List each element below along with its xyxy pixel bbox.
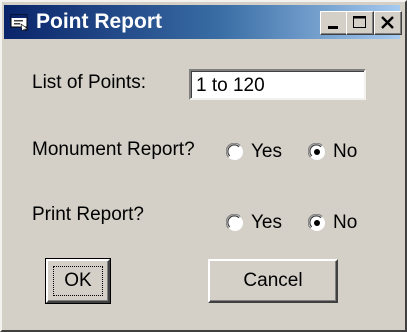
monument-yes-label: Yes — [251, 141, 282, 162]
list-of-points-input[interactable] — [189, 69, 366, 100]
minimize-button[interactable] — [320, 11, 348, 35]
radio-unchecked-icon — [226, 143, 243, 160]
monument-no-radio[interactable]: No — [308, 141, 357, 163]
maximize-icon — [353, 16, 366, 28]
monument-yes-radio[interactable]: Yes — [226, 141, 282, 163]
cancel-button-label: Cancel — [243, 270, 303, 291]
window-title: Point Report — [36, 10, 162, 33]
list-of-points-label: List of Points: — [32, 72, 147, 93]
print-no-label: No — [333, 212, 358, 233]
point-report-window: Point Report List of Points: Monument Re… — [0, 0, 407, 332]
ok-button[interactable]: OK — [45, 258, 111, 304]
print-no-radio[interactable]: No — [308, 212, 357, 234]
maximize-button[interactable] — [346, 11, 374, 35]
app-icon — [10, 13, 30, 32]
monument-no-label: No — [333, 141, 358, 162]
radio-checked-icon — [308, 143, 325, 160]
close-button[interactable] — [374, 11, 402, 35]
minimize-icon — [328, 26, 338, 29]
print-report-label: Print Report? — [32, 204, 144, 225]
print-yes-radio[interactable]: Yes — [226, 212, 282, 234]
title-bar[interactable]: Point Report — [4, 5, 402, 39]
monument-report-label: Monument Report? — [32, 139, 195, 160]
radio-checked-icon — [308, 214, 325, 231]
radio-unchecked-icon — [226, 214, 243, 231]
focus-rectangle — [53, 266, 103, 296]
cancel-button[interactable]: Cancel — [208, 259, 338, 303]
print-yes-label: Yes — [251, 212, 282, 233]
close-icon — [381, 16, 394, 29]
